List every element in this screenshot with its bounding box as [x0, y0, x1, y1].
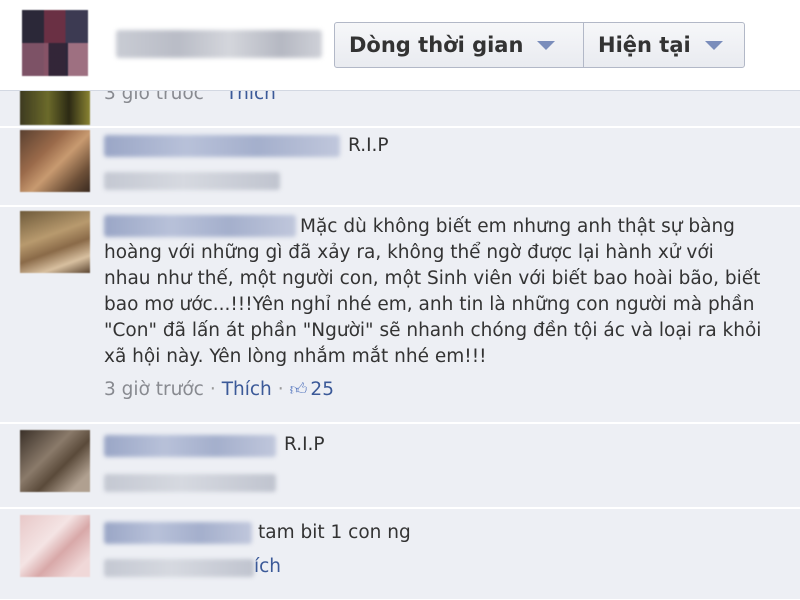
comment-text-line: "Con" đã lấn át phần "Người" sẽ nhanh ch…	[104, 320, 762, 341]
chevron-down-icon	[537, 40, 556, 50]
like-link[interactable]: Thích	[222, 379, 272, 400]
comment-text-line: bao mơ ước...!!!Yên nghỉ nhé em, anh tin…	[104, 294, 755, 315]
avatar[interactable]	[20, 91, 90, 125]
comment-author-blurred[interactable]	[104, 522, 252, 544]
meta-separator: ·	[209, 379, 216, 400]
thumbs-up-icon[interactable]: 👍︎	[290, 379, 308, 400]
top-bar: Dòng thời gian Hiện tại	[0, 0, 800, 91]
comment-author-blurred[interactable]	[104, 215, 296, 237]
comment-text: R.I.P	[284, 434, 325, 455]
comment-meta: ích	[254, 556, 281, 577]
avatar[interactable]	[20, 130, 90, 192]
timeline-dropdown-label: Dòng thời gian	[349, 33, 524, 57]
comment-text-line: nhau như thế, một người con, một Sinh vi…	[104, 268, 761, 289]
like-count[interactable]: 25	[310, 379, 334, 400]
comment-author-blurred[interactable]	[104, 135, 340, 157]
chevron-down-icon	[704, 40, 723, 50]
comment-author-blurred[interactable]	[104, 435, 276, 457]
comment-text-line: hoàng với những gì đã xảy ra, không thể …	[104, 242, 714, 263]
comment-time[interactable]: 3 giờ trước	[104, 379, 204, 400]
comment-text-line: Mặc dù không biết em nhưng anh thật sự b…	[300, 216, 735, 237]
avatar[interactable]	[20, 430, 90, 492]
like-link[interactable]: ích	[254, 556, 281, 577]
comment-text: tam bit 1 con ng	[258, 522, 411, 543]
profile-name-blurred[interactable]	[116, 30, 322, 58]
current-dropdown-label: Hiện tại	[598, 33, 691, 57]
like-link[interactable]: Thích	[226, 91, 276, 104]
comment-item: R.I.P	[0, 424, 800, 508]
comment-text-line: xã hội này. Yên lòng nhắm mắt nhé em!!!	[104, 346, 487, 367]
comment-meta-blurred	[104, 172, 280, 190]
comment-item: tam bit 1 con ng ích	[0, 509, 800, 600]
comment-meta: 3 giờ trước Thích	[104, 91, 276, 104]
comment-time[interactable]: 3 giờ trước	[104, 91, 204, 104]
comment-meta: 3 giờ trước · Thích · 👍︎ 25	[104, 379, 334, 400]
comment-list: 3 giờ trước Thích R.I.P Mặc dù không biế…	[0, 91, 800, 600]
comment-item: 3 giờ trước Thích	[0, 91, 800, 127]
comment-item: Mặc dù không biết em nhưng anh thật sự b…	[0, 207, 800, 423]
current-dropdown[interactable]: Hiện tại	[583, 22, 745, 68]
profile-picture[interactable]	[22, 10, 88, 76]
comment-text: R.I.P	[348, 135, 389, 156]
comment-meta-blurred	[104, 559, 254, 577]
avatar[interactable]	[20, 515, 90, 577]
comment-meta-blurred	[104, 474, 276, 492]
meta-separator: ·	[277, 379, 284, 400]
comment-item: R.I.P	[0, 128, 800, 206]
timeline-dropdown[interactable]: Dòng thời gian	[334, 22, 584, 68]
avatar[interactable]	[20, 211, 90, 273]
